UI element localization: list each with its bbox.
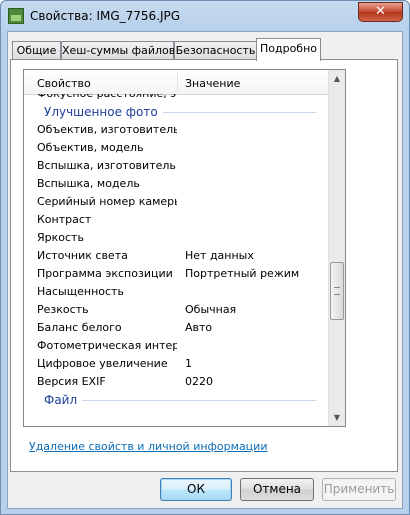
property-name: Программа экспозиции [37,267,173,280]
property-value[interactable]: Авто [185,319,212,337]
property-value[interactable]: Портретный режим [185,265,299,283]
list-rows: Фокусное расстояние, э... Улучшенное фото… [24,94,332,426]
group-header: Улучшенное фото [24,103,332,121]
cancel-button[interactable]: Отмена [240,478,314,501]
property-name: Насыщенность [37,285,124,298]
property-name: Объектив, изготовитель [37,123,177,136]
title-bar[interactable]: Свойства: IMG_7756.JPG ✕ [1,1,409,31]
apply-button[interactable]: Применить [322,478,396,501]
table-row[interactable]: Вспышка, изготовитель [24,157,332,175]
property-name: Фокусное расстояние, э... [37,94,177,103]
tab-details[interactable]: Подробно [256,38,321,61]
table-row[interactable]: Источник света Нет данных [24,247,332,265]
table-row[interactable]: Фокусное расстояние, э... [24,94,332,103]
property-name: Источник света [37,249,128,262]
table-row[interactable]: Баланс белого Авто [24,319,332,337]
property-name: Цифровое увеличение [37,357,168,370]
group-header: Файл [24,391,332,409]
property-name: Резкость [37,303,89,316]
property-value[interactable]: 1 [185,355,192,373]
table-row[interactable]: Версия EXIF 0220 [24,373,332,391]
column-header-value[interactable]: Значение [172,70,332,94]
property-name: Яркость [37,231,84,244]
group-divider-line [163,112,316,113]
close-button[interactable]: ✕ [358,2,403,22]
property-value[interactable]: Обычная [185,301,236,319]
property-name: Баланс белого [37,321,122,334]
property-value[interactable]: 0220 [185,373,213,391]
list-header: Свойство Значение [24,70,332,95]
image-file-icon [8,8,24,24]
window-title: Свойства: IMG_7756.JPG [30,9,181,23]
table-row[interactable]: Объектив, модель [24,139,332,157]
tab-security[interactable]: Безопасность [174,41,257,60]
table-row[interactable]: Фотометрическая интер... [24,337,332,355]
property-name: Вспышка, модель [37,177,140,190]
scroll-thumb[interactable] [330,262,344,320]
property-value[interactable]: Нет данных [185,247,254,265]
table-row[interactable]: Объектив, изготовитель [24,121,332,139]
ok-button[interactable]: ОК [160,478,232,501]
remove-properties-link[interactable]: Удаление свойств и личной информации [29,440,267,453]
scroll-up-arrow-icon[interactable]: ▲ [329,70,345,87]
property-name: Контраст [37,213,92,226]
property-name: Объектив, модель [37,141,144,154]
table-row[interactable]: Вспышка, модель [24,175,332,193]
tab-hashes[interactable]: Хеш-суммы файлов [61,41,175,60]
table-row[interactable]: Яркость [24,229,332,247]
group-header-label: Улучшенное фото [44,105,158,119]
table-row[interactable]: Серийный номер камеры [24,193,332,211]
table-row[interactable]: Резкость Обычная [24,301,332,319]
property-name: Версия EXIF [37,375,106,388]
table-row[interactable]: Насыщенность [24,283,332,301]
group-divider-line [82,400,316,401]
property-name: Серийный номер камеры [37,195,177,208]
table-row[interactable]: Цифровое увеличение 1 [24,355,332,373]
tab-general[interactable]: Общие [12,41,61,60]
column-header-property[interactable]: Свойство [24,70,177,94]
property-name: Вспышка, изготовитель [37,159,176,172]
vertical-scrollbar[interactable]: ▲ ▼ [328,70,345,426]
table-row[interactable]: Программа экспозиции Портретный режим [24,265,332,283]
table-row[interactable]: Контраст [24,211,332,229]
property-name: Фотометрическая интер... [37,339,177,352]
scroll-down-arrow-icon[interactable]: ▼ [329,409,345,426]
properties-list[interactable]: Свойство Значение Фокусное расстояние, э… [23,69,346,427]
group-header-label: Файл [44,393,78,407]
